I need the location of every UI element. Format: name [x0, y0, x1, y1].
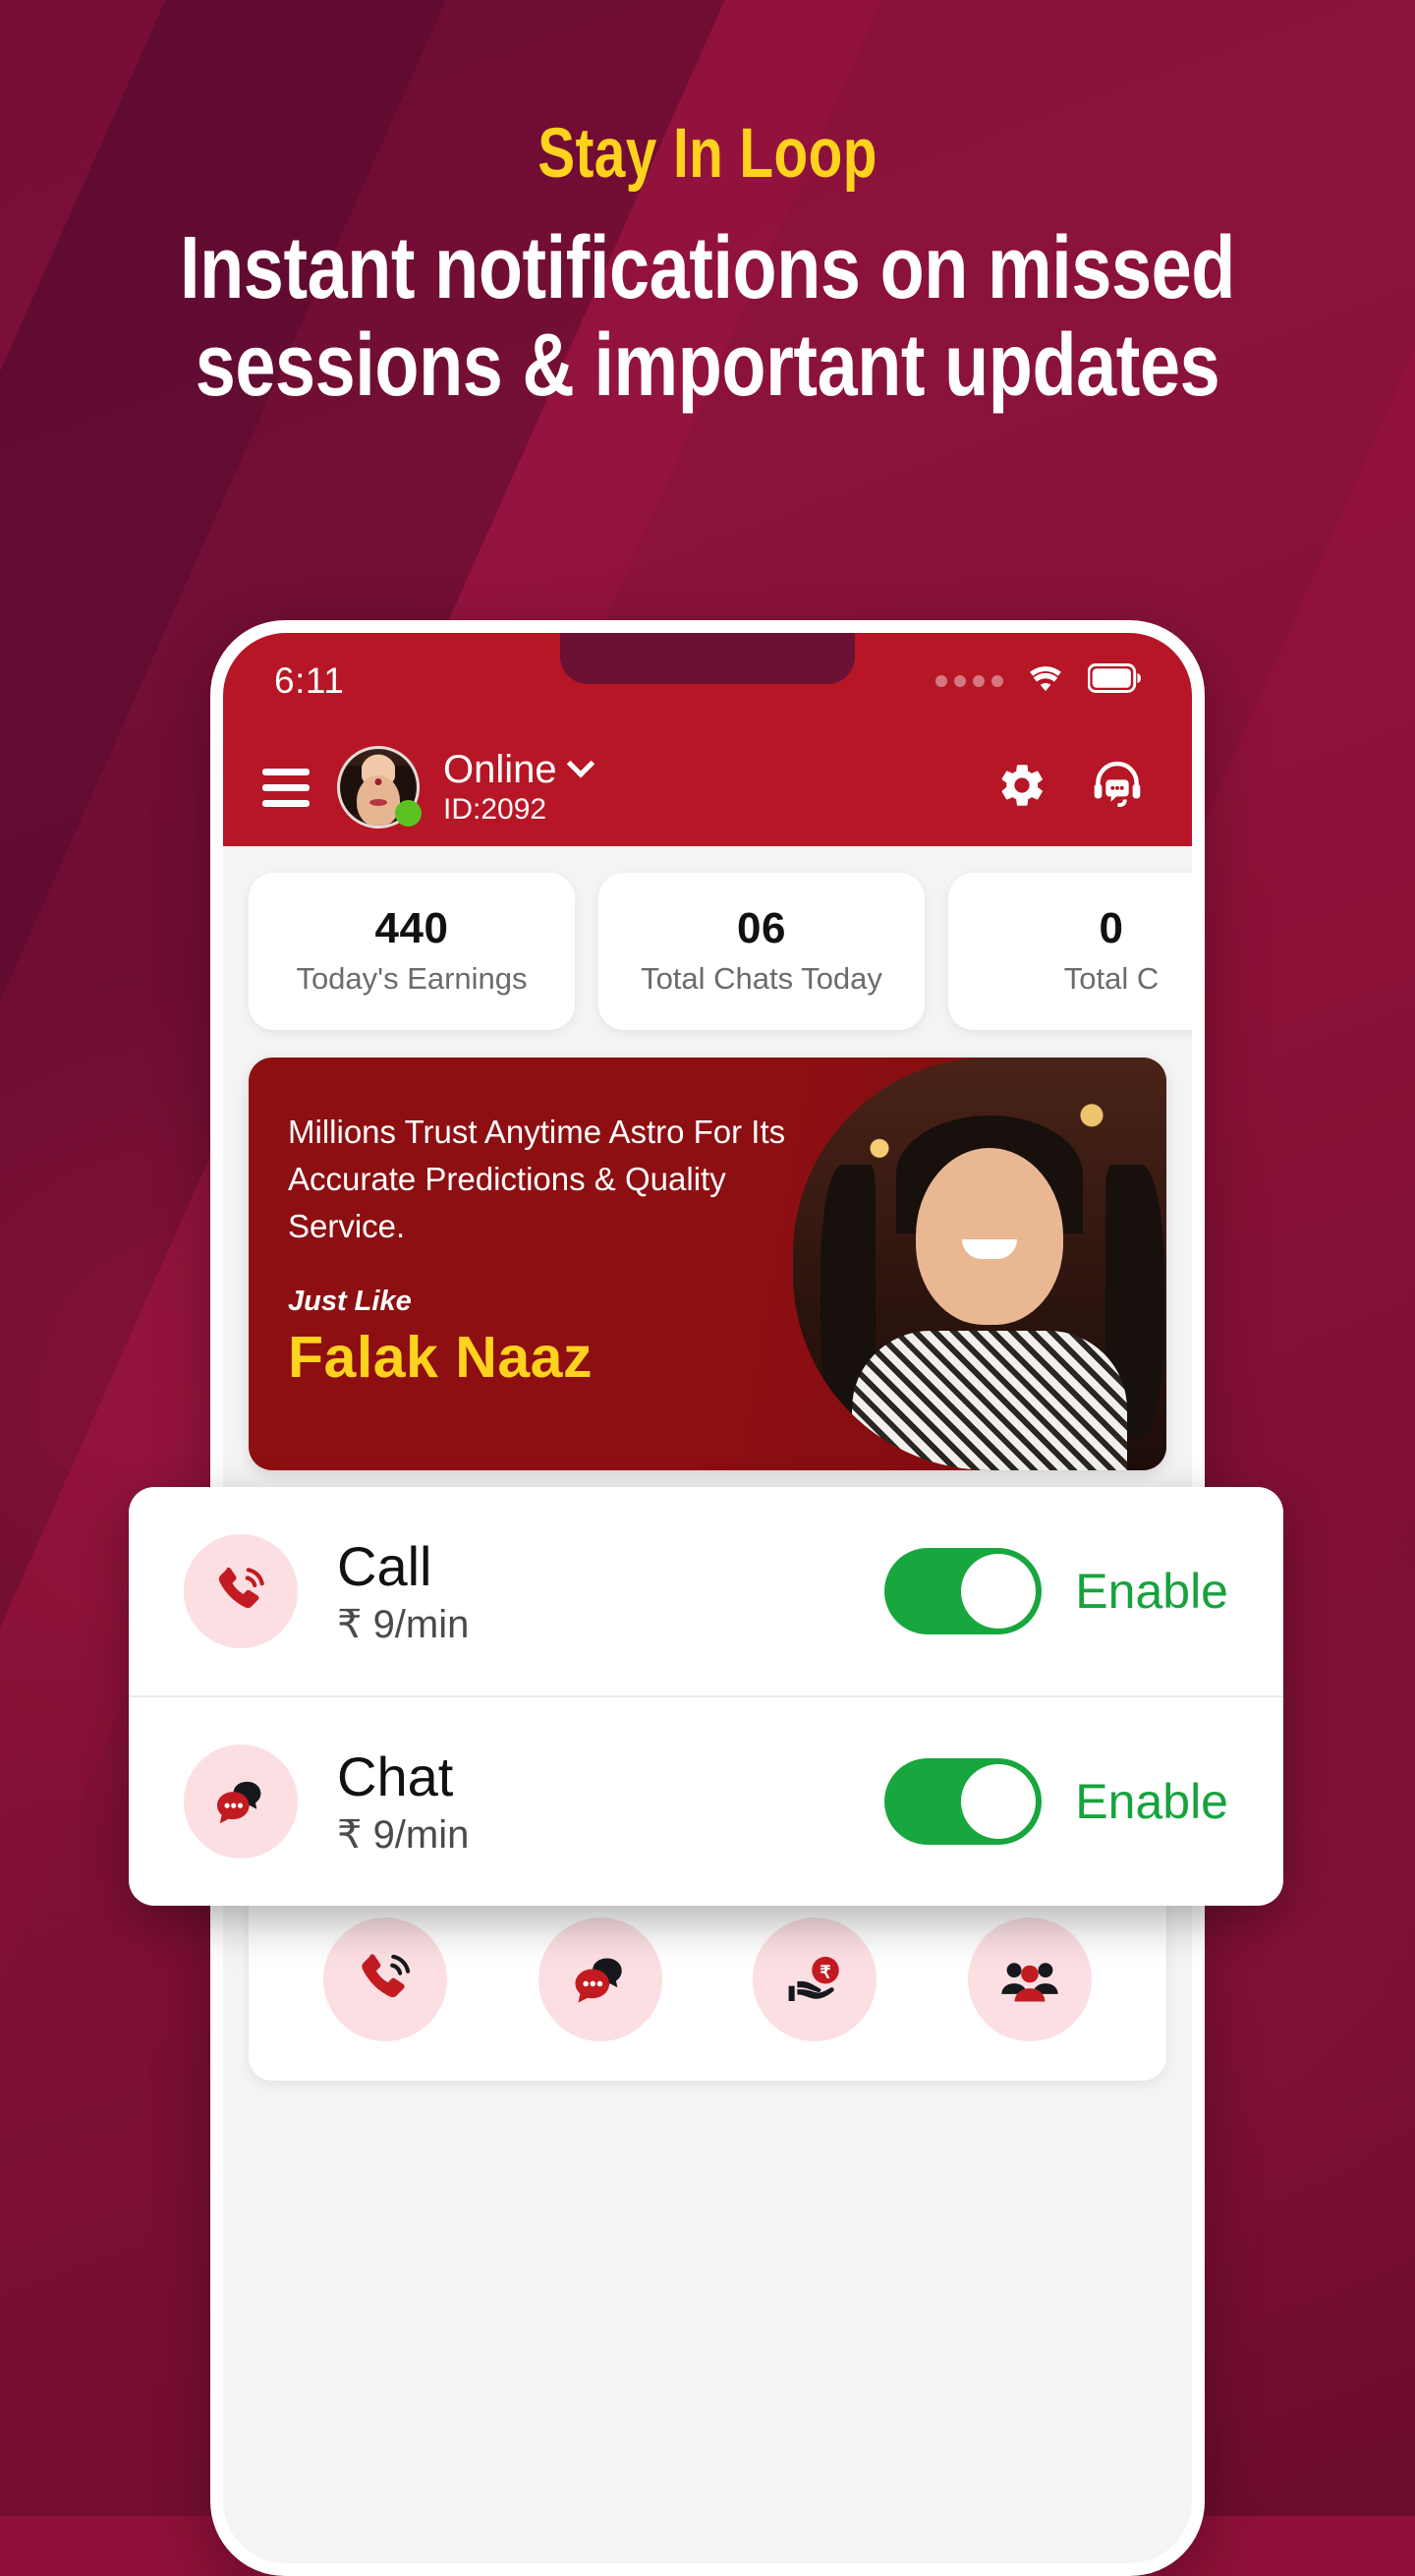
overlay-row-chat[interactable]: Chat ₹ 9/min Enable — [129, 1695, 1283, 1906]
stat-value: 06 — [737, 904, 786, 952]
svg-text:₹: ₹ — [821, 1962, 832, 1981]
promo-banner-celebrity: Falak Naaz — [288, 1325, 593, 1390]
group-people-icon[interactable] — [967, 1918, 1092, 2041]
hand-rupee-icon[interactable]: ₹ — [753, 1918, 877, 2041]
overlay-chat-toggle[interactable] — [884, 1758, 1043, 1845]
stat-value: 0 — [1099, 904, 1124, 952]
chat-bubble-icon[interactable] — [538, 1918, 662, 2041]
stat-label: Today's Earnings — [296, 961, 528, 996]
stat-card-total-calls-today[interactable]: 0 Total C — [948, 873, 1192, 1030]
stat-value: 440 — [374, 904, 449, 952]
stats-strip[interactable]: 440 Today's Earnings 06 Total Chats Toda… — [223, 846, 1192, 1030]
status-bar: 6:11 — [223, 633, 1192, 728]
overlay-chat-toggle-label: Enable — [1075, 1774, 1228, 1829]
online-status-selector[interactable]: Online — [443, 748, 594, 791]
gear-icon[interactable] — [995, 759, 1048, 817]
promo-banner-text: Millions Trust Anytime Astro For Its Acc… — [249, 1058, 799, 1391]
header-actions — [995, 758, 1153, 818]
promo-banner-kicker: Just Like — [288, 1286, 412, 1317]
floating-services-overlay: Call ₹ 9/min Enable Chat ₹ 9/min Enable — [129, 1487, 1283, 1906]
promo-heading-block: Stay In Loop Instant notifications on mi… — [0, 0, 1415, 415]
user-id-label: ID:2092 — [443, 793, 547, 826]
chat-bubble-icon — [184, 1745, 298, 1859]
avatar[interactable] — [337, 746, 422, 829]
battery-full-icon — [1087, 663, 1141, 698]
overlay-call-toggle[interactable] — [884, 1548, 1043, 1634]
signal-dots-icon — [935, 674, 1003, 687]
phone-call-icon[interactable] — [323, 1918, 448, 2041]
wifi-icon — [1025, 662, 1066, 699]
online-status-label: Online — [443, 748, 557, 791]
overlay-service-meta: Call ₹ 9/min — [337, 1535, 469, 1647]
promo-banner[interactable]: Millions Trust Anytime Astro For Its Acc… — [249, 1058, 1166, 1470]
overlay-service-name: Call — [337, 1535, 432, 1597]
stat-label: Total Chats Today — [641, 961, 882, 996]
stat-card-total-chats-today[interactable]: 06 Total Chats Today — [598, 873, 925, 1030]
promo-banner-description: Millions Trust Anytime Astro For Its Acc… — [288, 1114, 786, 1244]
overlay-row-call[interactable]: Call ₹ 9/min Enable — [129, 1487, 1283, 1695]
hamburger-menu-icon[interactable] — [262, 768, 310, 807]
phone-call-icon — [184, 1534, 298, 1648]
promo-eyebrow: Stay In Loop — [538, 115, 877, 193]
headset-support-icon[interactable] — [1090, 758, 1145, 818]
online-status-dot — [395, 800, 422, 827]
overlay-service-meta: Chat ₹ 9/min — [337, 1746, 469, 1858]
overlay-call-toggle-label: Enable — [1075, 1564, 1228, 1619]
promo-headline: Instant notifications on missed sessions… — [180, 219, 1235, 415]
overlay-service-price: ₹ 9/min — [337, 1813, 470, 1857]
status-bar-notch — [560, 633, 855, 684]
status-bar-icons — [935, 662, 1141, 699]
app-header: Online ID:2092 — [223, 728, 1192, 846]
overlay-service-price: ₹ 9/min — [337, 1603, 470, 1646]
overlay-toggle-group: Enable — [884, 1758, 1228, 1845]
stat-card-todays-earnings[interactable]: 440 Today's Earnings — [249, 873, 575, 1030]
overlay-service-name: Chat — [337, 1746, 454, 1807]
status-bar-time: 6:11 — [274, 659, 345, 701]
celebrity-photo — [793, 1058, 1166, 1470]
overlay-toggle-group: Enable — [884, 1548, 1228, 1634]
header-user-info: Online ID:2092 — [443, 748, 594, 827]
stat-label: Total C — [1063, 961, 1160, 996]
chevron-down-icon — [566, 750, 594, 778]
